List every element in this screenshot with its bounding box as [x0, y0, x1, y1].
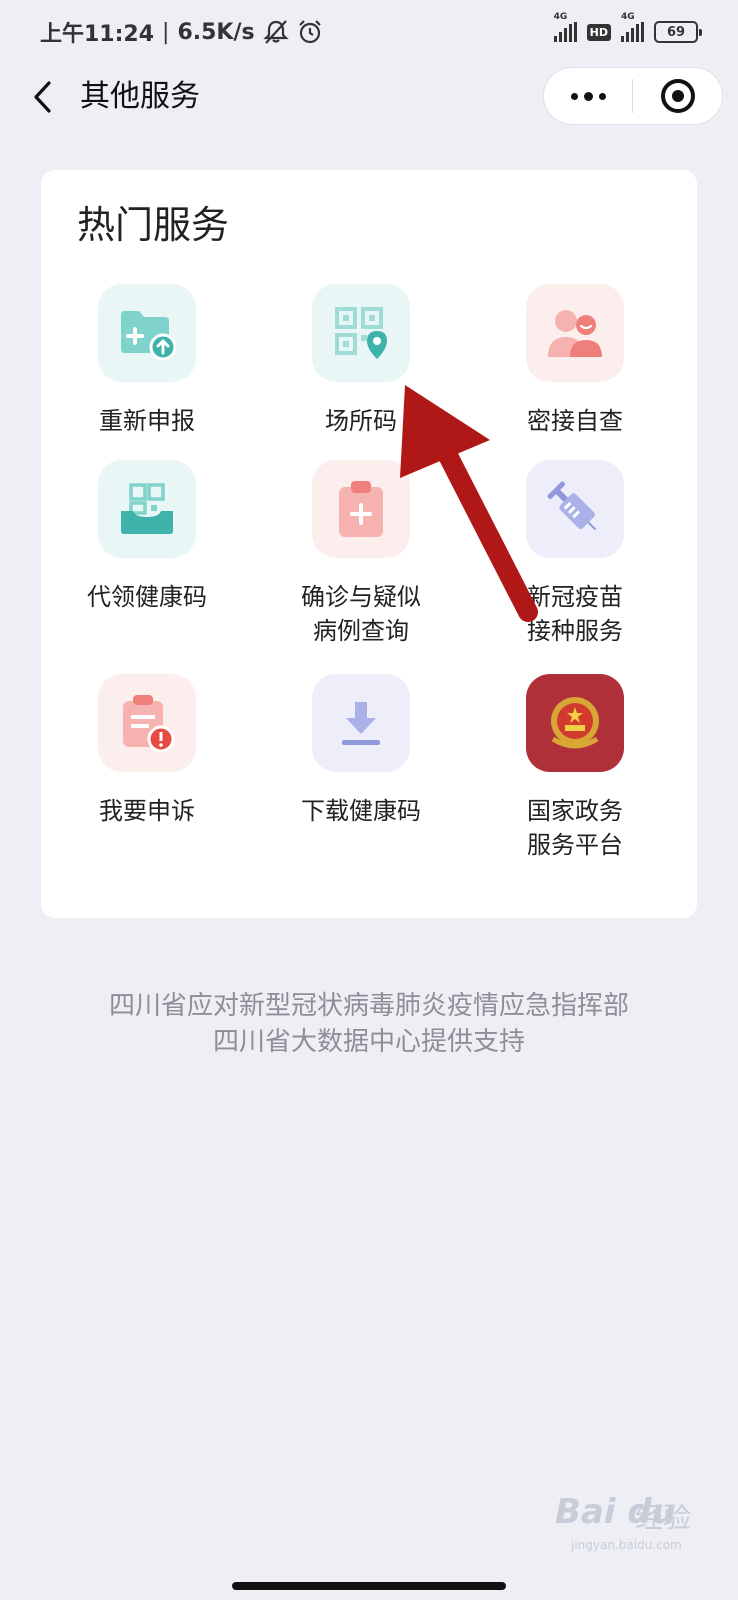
section-title: 热门服务 [77, 203, 230, 247]
service-label: 场所码 [325, 407, 397, 435]
download-icon [312, 674, 410, 772]
more-dot [570, 92, 578, 100]
status-right: 4G HD 4G 69 [553, 12, 702, 43]
folder-upload-icon [98, 284, 196, 382]
service-national-gov-platform[interactable]: 国家政务 服务平台 [475, 674, 675, 862]
service-download-health-code[interactable]: 下载健康码 [261, 674, 461, 828]
hd-badge: HD [586, 23, 611, 41]
page-title: 其他服务 [80, 79, 200, 114]
nav-bar: 其他服务 [0, 64, 738, 130]
service-case-query[interactable]: 确诊与疑似 病例查询 [261, 460, 461, 648]
more-dot [583, 91, 593, 101]
service-venue-code[interactable]: 场所码 [261, 284, 461, 438]
home-indicator[interactable] [232, 1582, 506, 1590]
service-label: 我要申诉 [99, 797, 195, 825]
service-proxy-health-code[interactable]: 代领健康码 [47, 460, 247, 614]
watermark-text: 经验 [635, 1501, 692, 1534]
more-button[interactable] [544, 68, 632, 124]
qr-tray-icon [98, 460, 196, 558]
service-label: 确诊与疑似 病例查询 [301, 583, 421, 645]
qr-location-icon [312, 284, 410, 382]
more-dot [598, 92, 606, 100]
watermark-logo: Bai du 经验 jingyan.baidu.com [555, 1486, 715, 1556]
battery-icon: 69 [654, 21, 702, 43]
status-separator: | [162, 19, 170, 45]
service-label: 重新申报 [99, 407, 195, 435]
status-bar: 上午11:24 | 6.5K/s 4G HD 4G 69 [0, 0, 738, 64]
status-left: 上午11:24 | 6.5K/s [40, 16, 323, 48]
people-icon [526, 284, 624, 382]
close-mini-program-button[interactable] [633, 79, 722, 113]
national-emblem-icon [526, 674, 624, 772]
watermark-url: jingyan.baidu.com [571, 1538, 682, 1552]
signal-icon: 4G [553, 12, 577, 42]
service-label: 国家政务 服务平台 [527, 797, 623, 859]
battery-level: 69 [666, 24, 686, 40]
clipboard-medical-icon [312, 460, 410, 558]
footer-line: 四川省应对新型冠状病毒肺炎疫情应急指挥部 [108, 991, 629, 1021]
network-speed: 6.5K/s [177, 19, 255, 45]
hot-services-card: 热门服务 重新申报 场所码 密接自查 代领健康码 确诊与疑似 病例查询 新冠疫苗… [41, 170, 697, 918]
status-time: 上午11:24 [40, 22, 155, 47]
service-label: 密接自查 [527, 407, 623, 435]
service-resubmit[interactable]: 重新申报 [47, 284, 247, 438]
alarm-icon [298, 20, 321, 44]
footer-line: 四川省大数据中心提供支持 [212, 1027, 525, 1057]
syringe-icon [526, 460, 624, 558]
service-label: 新冠疫苗 接种服务 [527, 583, 623, 645]
complaint-icon [98, 674, 196, 772]
signal-icon-2: 4G [621, 12, 644, 42]
back-button[interactable] [22, 74, 62, 120]
service-complaint[interactable]: 我要申诉 [47, 674, 247, 828]
mini-program-capsule [543, 67, 723, 125]
service-label: 下载健康码 [301, 797, 421, 825]
target-icon [660, 79, 695, 113]
mute-bell-icon [262, 20, 289, 44]
service-close-contact-check[interactable]: 密接自查 [475, 284, 675, 438]
footer-credits: 四川省应对新型冠状病毒肺炎疫情应急指挥部 四川省大数据中心提供支持 [0, 988, 738, 1060]
chevron-left-icon [34, 81, 51, 113]
service-vaccination[interactable]: 新冠疫苗 接种服务 [475, 460, 675, 648]
service-label: 代领健康码 [87, 583, 207, 611]
